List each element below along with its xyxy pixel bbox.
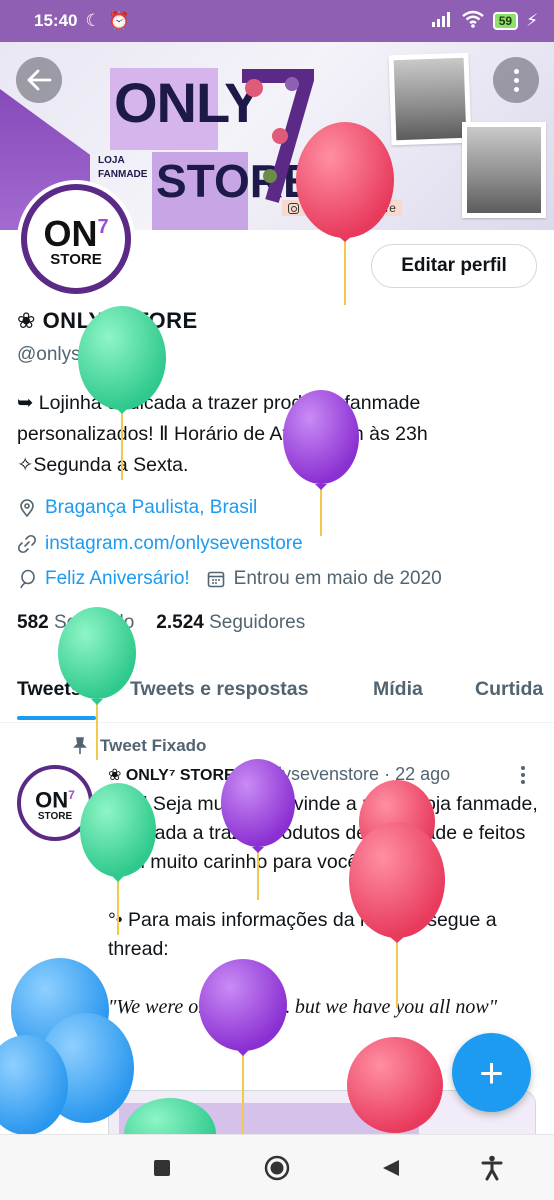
back-button[interactable] xyxy=(16,57,62,103)
recents-button[interactable] xyxy=(149,1155,175,1181)
profile-location: Bragança Paulista, Brasil xyxy=(17,497,257,519)
profile-handle: @onlysevenstore xyxy=(17,344,165,365)
balloon-icon xyxy=(20,569,35,589)
profile-website: instagram.com/onlysevenstore xyxy=(17,533,303,555)
tweet-avatar-store: STORE xyxy=(37,811,73,823)
signal-icon xyxy=(431,11,453,32)
profile-name: ❀ ONLY⁷ STORE xyxy=(17,308,198,334)
group-photo-2 xyxy=(462,122,546,218)
tab-tweets[interactable]: Tweets xyxy=(17,678,82,701)
follow-counts: 582 Seguindo 2.524 Seguidores xyxy=(17,612,305,634)
pin-icon xyxy=(73,737,87,754)
triangle-back-icon xyxy=(383,1160,399,1176)
tab-tweets-replies[interactable]: Tweets e respostas xyxy=(130,678,308,701)
pinned-text: Tweet Fixado xyxy=(100,736,207,755)
arrow-left-icon xyxy=(27,69,52,91)
tweet-author-name[interactable]: ❀ ONLY⁷ STORE xyxy=(108,767,235,784)
accessibility-button[interactable] xyxy=(479,1155,505,1181)
birthday-link[interactable]: Feliz Aniversário! xyxy=(45,568,190,590)
followers-label: Seguidores xyxy=(209,612,306,633)
banner-instagram: @onlysevenstore xyxy=(282,200,402,216)
edit-profile-button[interactable]: Editar perfil xyxy=(371,244,537,288)
profile-name-text: ONLY⁷ STORE xyxy=(42,308,198,333)
tweet-author-handle[interactable]: @onlysevenstore xyxy=(240,764,379,784)
joined-text: Entrou em maio de 2020 xyxy=(233,568,442,589)
banner-tag-line1: LOJA xyxy=(98,155,125,166)
website-link[interactable]: instagram.com/onlysevenstore xyxy=(45,533,303,555)
flower-icon: ❀ xyxy=(17,308,36,333)
square-icon xyxy=(154,1160,170,1176)
circle-icon xyxy=(264,1155,290,1181)
bio-line: ✧Segunda a Sexta. xyxy=(17,454,189,476)
bio-line: ➥ Lojinha dedicada a trazer produtos fan… xyxy=(17,392,421,414)
tweet-avatar-sup: 7 xyxy=(68,787,75,802)
charging-icon: ⚡ xyxy=(526,11,538,30)
banner-instagram-handle: @onlysevenstore xyxy=(303,201,396,215)
tweet-header: ❀ ONLY⁷ STORE @onlysevenstore · 22 ago xyxy=(108,764,450,785)
followers-count: 2.524 xyxy=(156,612,204,633)
location-text[interactable]: Bragança Paulista, Brasil xyxy=(45,497,257,519)
seven-floral-logo xyxy=(242,69,314,203)
following-label: Seguindo xyxy=(53,612,135,633)
status-time: 15:40 xyxy=(34,11,78,30)
tweet-avatar[interactable]: ON7 STORE xyxy=(17,765,93,841)
moon-icon: ☾ xyxy=(85,11,101,30)
tweet-avatar-text: ON xyxy=(35,787,69,813)
avatar-store: STORE xyxy=(50,251,102,268)
group-photo-1 xyxy=(388,52,472,146)
balloon xyxy=(0,1035,68,1135)
status-bar: 15:40 ☾ ⏰ 59 ⚡ xyxy=(0,0,554,42)
calendar-icon xyxy=(207,571,224,588)
avatar-sup: 7 xyxy=(97,216,109,238)
more-options-button[interactable] xyxy=(493,57,539,103)
avatar-text: ON xyxy=(43,213,98,254)
accessibility-icon xyxy=(481,1155,503,1181)
banner-tagline: LOJA FANMADE xyxy=(98,154,147,182)
profile-dates: Feliz Aniversário! Entrou em maio de 202… xyxy=(17,568,442,590)
active-tab-indicator xyxy=(17,716,96,720)
pinned-label: Tweet Fixado xyxy=(72,736,206,756)
profile-avatar[interactable]: ON7 STORE xyxy=(17,180,135,298)
banner-tag-line2: FANMADE xyxy=(98,169,148,180)
balloon xyxy=(11,958,109,1062)
bio-line: personalizados! Ⅱ Horário de Atend: 08h … xyxy=(17,423,428,445)
tweet-more-button[interactable] xyxy=(521,766,525,784)
back-nav-button[interactable] xyxy=(378,1155,404,1181)
plus-icon: + xyxy=(479,1048,504,1096)
compose-tweet-button[interactable]: + xyxy=(452,1033,531,1112)
tweet-time[interactable]: · 22 ago xyxy=(384,764,450,784)
battery-indicator: 59 xyxy=(492,12,519,30)
tweet-quote: "We were only seven… but we have you all… xyxy=(108,996,498,1018)
home-button[interactable] xyxy=(264,1155,290,1181)
following-count: 582 xyxy=(17,612,49,633)
instagram-icon xyxy=(288,202,299,214)
tab-media[interactable]: Mídia xyxy=(373,678,423,701)
profile-tabs: Tweets Tweets e respostas Mídia Curtida xyxy=(0,668,554,723)
wifi-icon xyxy=(461,10,485,33)
tweet-text[interactable]: [ᴏɴ⁷] Seja muito bem vinde a minha loja … xyxy=(108,790,538,1051)
location-pin-icon xyxy=(20,499,34,518)
following-link[interactable]: 582 Seguindo xyxy=(17,612,134,634)
alarm-icon: ⏰ xyxy=(108,11,130,30)
tweet-paragraph: [ᴏɴ⁷] Seja muito bem vinde a minha loja … xyxy=(108,793,538,873)
profile-bio: ➥ Lojinha dedicada a trazer produtos fan… xyxy=(17,388,537,481)
followers-link[interactable]: 2.524 Seguidores xyxy=(156,612,305,634)
tweet-paragraph: °• Para mais informações da lojinha, seg… xyxy=(108,909,497,960)
tab-likes[interactable]: Curtida xyxy=(475,678,543,701)
system-nav-bar xyxy=(0,1134,554,1200)
link-icon xyxy=(17,534,37,554)
